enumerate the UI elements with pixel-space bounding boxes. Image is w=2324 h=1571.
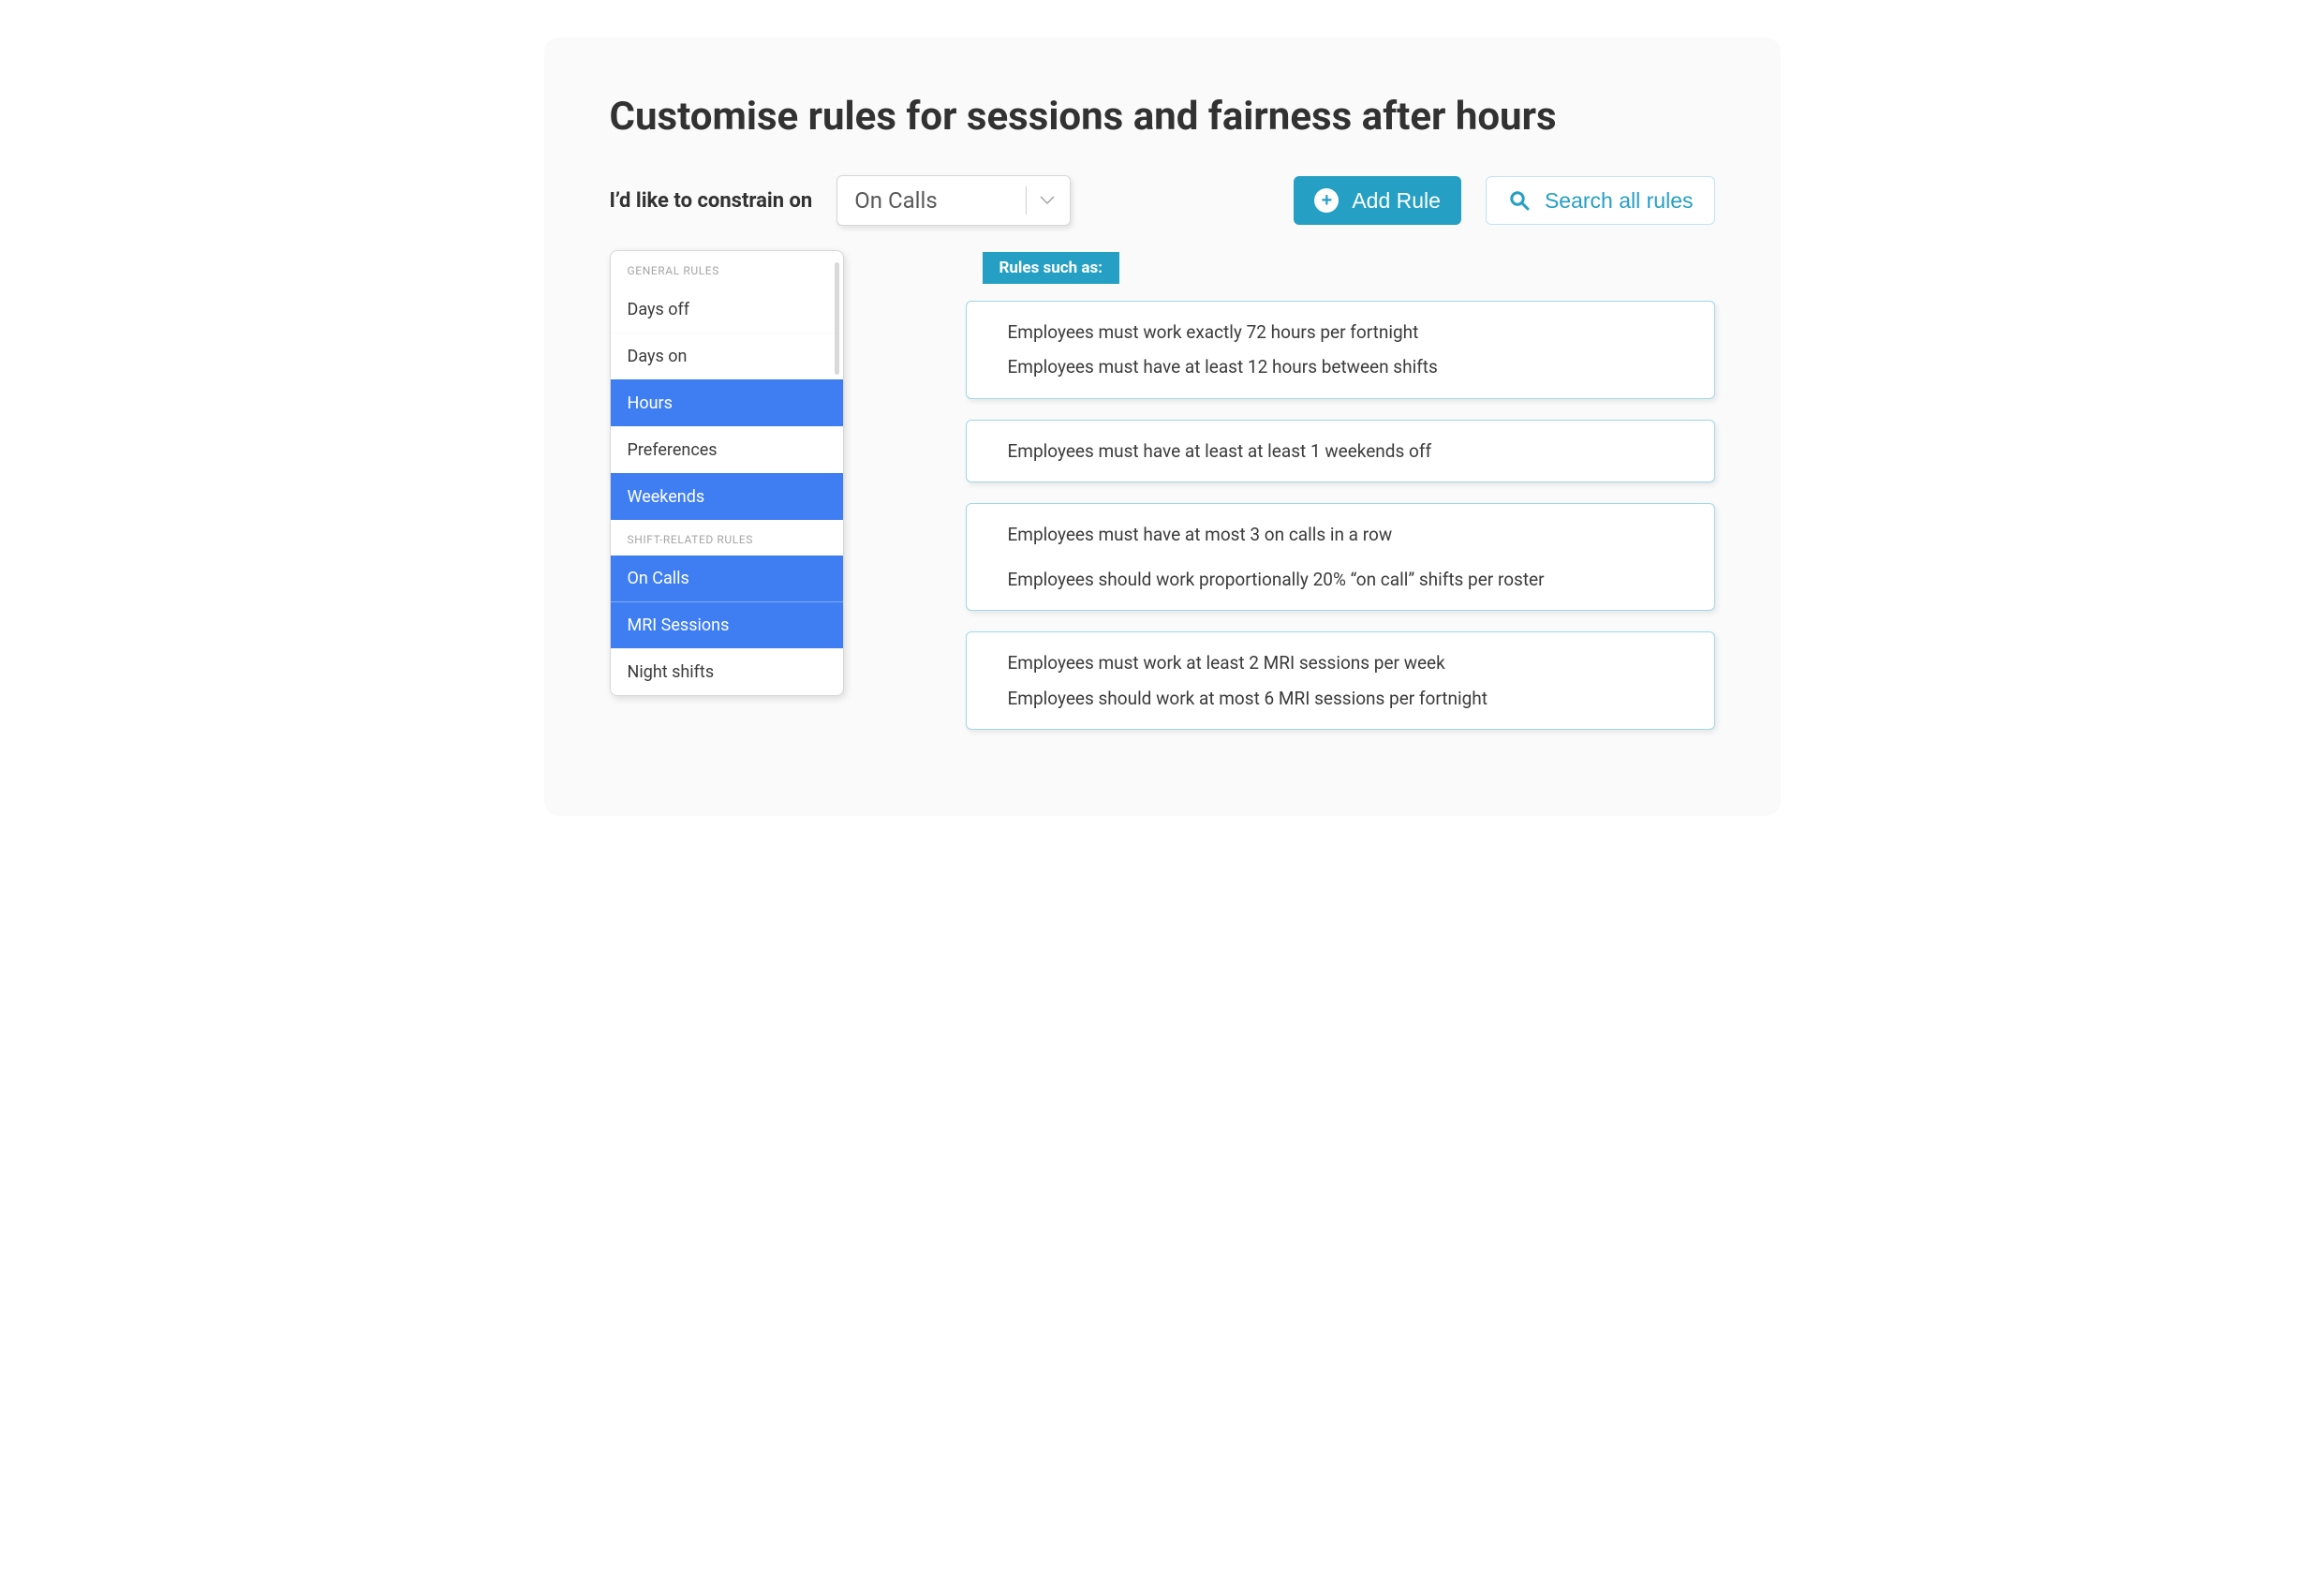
rule-line: Employees must work at least 2 MRI sessi…: [1008, 649, 1673, 676]
sidebar-item-on-calls[interactable]: On Calls: [611, 556, 843, 601]
rule-line: Employees must have at least 12 hours be…: [1008, 353, 1673, 380]
search-icon: [1507, 188, 1532, 213]
rule-card[interactable]: Employees must have at most 3 on calls i…: [966, 503, 1715, 611]
rules-sidebar: GENERAL RULES Days offDays onHoursPrefer…: [610, 250, 844, 696]
rules-main: Rules such as: Employees must work exact…: [966, 250, 1715, 750]
rule-line: Employees must have at least at least 1 …: [1008, 437, 1673, 465]
main-panel: Customise rules for sessions and fairnes…: [544, 37, 1781, 816]
chevron-down-icon: [1038, 191, 1057, 210]
rules-such-as-badge: Rules such as:: [983, 252, 1120, 284]
sidebar-item-mri-sessions[interactable]: MRI Sessions: [611, 601, 843, 648]
constrain-label: I’d like to constrain on: [610, 189, 813, 213]
rule-card[interactable]: Employees must work at least 2 MRI sessi…: [966, 631, 1715, 730]
toolbar: I’d like to constrain on On Calls + Add …: [610, 175, 1715, 226]
search-all-rules-button[interactable]: Search all rules: [1486, 176, 1715, 225]
content-row: GENERAL RULES Days offDays onHoursPrefer…: [610, 250, 1715, 750]
sidebar-section-general: GENERAL RULES: [611, 251, 843, 287]
plus-circle-icon: +: [1314, 188, 1339, 213]
search-all-rules-label: Search all rules: [1545, 188, 1694, 214]
scrollbar-thumb[interactable]: [835, 262, 839, 375]
sidebar-item-days-on[interactable]: Days on: [611, 333, 843, 379]
sidebar-section-shift: SHIFT-RELATED RULES: [611, 520, 843, 556]
rule-line: Employees should work proportionally 20%…: [1008, 566, 1673, 593]
rule-card[interactable]: Employees must work exactly 72 hours per…: [966, 301, 1715, 399]
rule-line: Employees must work exactly 72 hours per…: [1008, 319, 1673, 346]
constrain-dropdown[interactable]: On Calls: [836, 175, 1071, 226]
sidebar-item-preferences[interactable]: Preferences: [611, 426, 843, 473]
add-rule-label: Add Rule: [1352, 188, 1441, 214]
sidebar-item-weekends[interactable]: Weekends: [611, 473, 843, 520]
rule-line: Employees should work at most 6 MRI sess…: [1008, 685, 1673, 712]
dropdown-separator: [1026, 186, 1027, 215]
dropdown-value: On Calls: [854, 187, 1018, 214]
rule-card[interactable]: Employees must have at least at least 1 …: [966, 420, 1715, 482]
sidebar-item-days-off[interactable]: Days off: [611, 287, 843, 333]
sidebar-item-hours[interactable]: Hours: [611, 379, 843, 426]
rule-line: Employees must have at most 3 on calls i…: [1008, 521, 1673, 548]
sidebar-item-night-shifts[interactable]: Night shifts: [611, 648, 843, 695]
add-rule-button[interactable]: + Add Rule: [1294, 176, 1461, 225]
page-title: Customise rules for sessions and fairnes…: [610, 94, 1715, 140]
